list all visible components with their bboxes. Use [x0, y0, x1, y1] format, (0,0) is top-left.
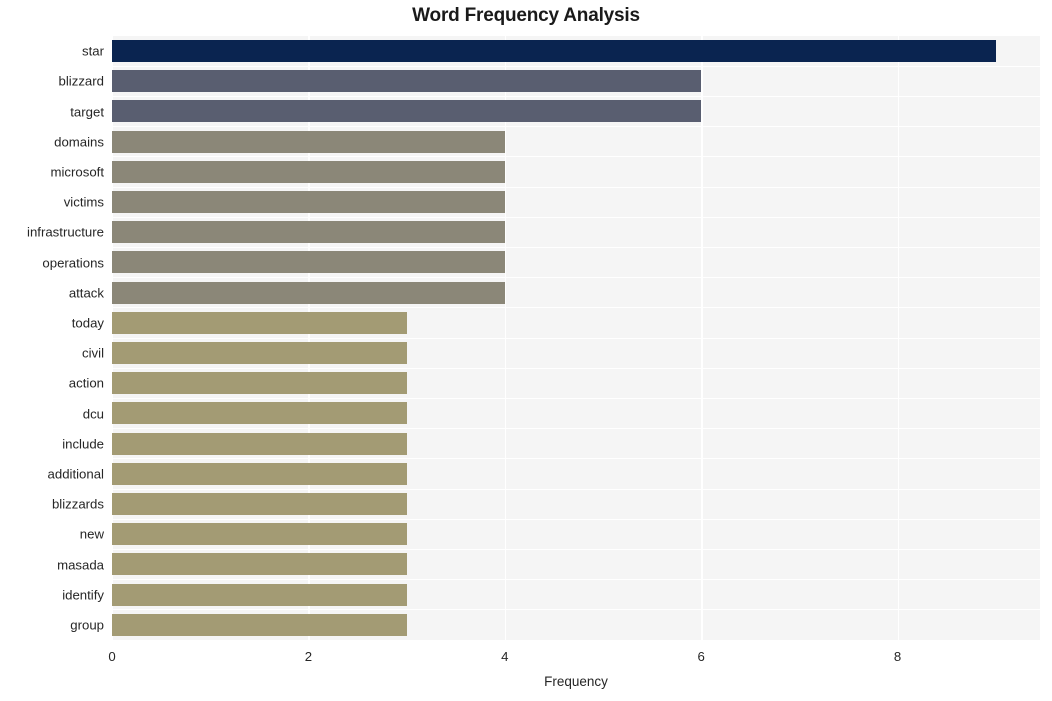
y-gridline [112, 458, 1040, 460]
y-gridline [112, 186, 1040, 188]
y-gridline [112, 367, 1040, 369]
y-tick-label: group [70, 617, 104, 633]
y-tick-label: include [62, 436, 104, 452]
y-tick-label: today [71, 315, 104, 331]
bar [112, 342, 407, 364]
y-tick-label: civil [82, 345, 104, 361]
bar [112, 100, 702, 123]
bar-row [112, 278, 1040, 308]
y-tick-label: dcu [82, 406, 104, 421]
y-tick-label: blizzards [51, 496, 104, 512]
y-gridline [112, 397, 1040, 399]
y-gridline [112, 337, 1040, 339]
bar [112, 251, 505, 274]
bar-row [112, 96, 1040, 126]
bar [112, 462, 407, 485]
bar-row [112, 217, 1040, 247]
bar-row [112, 308, 1040, 338]
chart-figure: Word Frequency Analysis star blizzard targ… [0, 0, 1052, 701]
y-axis-tick-labels: star blizzard target domains microsoft victim… [0, 36, 104, 640]
y-gridline [112, 428, 1040, 430]
x-tick-label: 0 [108, 649, 116, 664]
bar-row [112, 338, 1040, 368]
bar-row [112, 580, 1040, 610]
y-gridline [112, 156, 1040, 158]
x-tick-label: 6 [697, 649, 705, 664]
bar-row [112, 429, 1040, 459]
bar [112, 281, 505, 304]
bar-row [112, 459, 1040, 489]
bar-row [112, 187, 1040, 217]
y-tick-label: microsoft [50, 164, 105, 180]
y-gridline [112, 246, 1040, 248]
y-tick-label: new [79, 526, 104, 542]
y-gridline [112, 548, 1040, 550]
bar [112, 402, 407, 425]
bar [112, 221, 505, 244]
y-tick-label: domains [54, 134, 104, 150]
bar [112, 553, 407, 576]
x-axis-label: Frequency [544, 674, 608, 689]
bar-row [112, 157, 1040, 187]
bar [112, 191, 505, 213]
y-gridline [112, 307, 1040, 309]
bar [112, 523, 407, 546]
y-tick-label: target [70, 104, 104, 119]
y-gridline [112, 216, 1040, 218]
y-gridline [112, 518, 1040, 520]
bar-row [112, 368, 1040, 398]
bar [112, 493, 407, 515]
bar [112, 160, 505, 183]
y-tick-label: identify [62, 587, 104, 603]
y-tick-label: operations [42, 255, 104, 270]
y-gridline [112, 609, 1040, 611]
chart-title: Word Frequency Analysis [412, 5, 640, 26]
bar [112, 613, 407, 636]
bar-row [112, 398, 1040, 428]
y-tick-label: masada [57, 557, 104, 572]
y-tick-label: blizzard [58, 73, 104, 89]
y-gridline [112, 65, 1040, 67]
bar-row [112, 66, 1040, 96]
bar-row [112, 247, 1040, 277]
bar [112, 40, 996, 62]
y-gridline [112, 95, 1040, 97]
x-tick-label: 2 [304, 649, 313, 664]
x-tick-label: 4 [501, 649, 509, 664]
bar [112, 70, 702, 93]
y-tick-label: action [68, 375, 104, 391]
bar [112, 372, 407, 395]
bar-row [112, 489, 1040, 519]
bar-row [112, 36, 1040, 66]
y-tick-label: infrastructure [27, 224, 104, 240]
bar-row [112, 549, 1040, 579]
y-tick-label: star [82, 43, 104, 59]
y-gridline [112, 488, 1040, 490]
bar-row [112, 127, 1040, 157]
x-tick-label: 8 [893, 649, 902, 664]
x-axis-tick-labels: 0 2 4 6 8 [108, 640, 1040, 670]
bar [112, 311, 407, 334]
plot-area [112, 36, 1040, 640]
y-gridline [112, 277, 1040, 279]
y-gridline [112, 126, 1040, 128]
y-tick-label: attack [68, 285, 104, 301]
bar [112, 432, 407, 455]
bar-row [112, 519, 1040, 549]
y-tick-label: victims [63, 194, 104, 210]
bar [112, 583, 407, 606]
y-gridline [112, 579, 1040, 581]
bar-row [112, 610, 1040, 640]
bar [112, 130, 505, 153]
y-tick-label: additional [47, 466, 104, 482]
